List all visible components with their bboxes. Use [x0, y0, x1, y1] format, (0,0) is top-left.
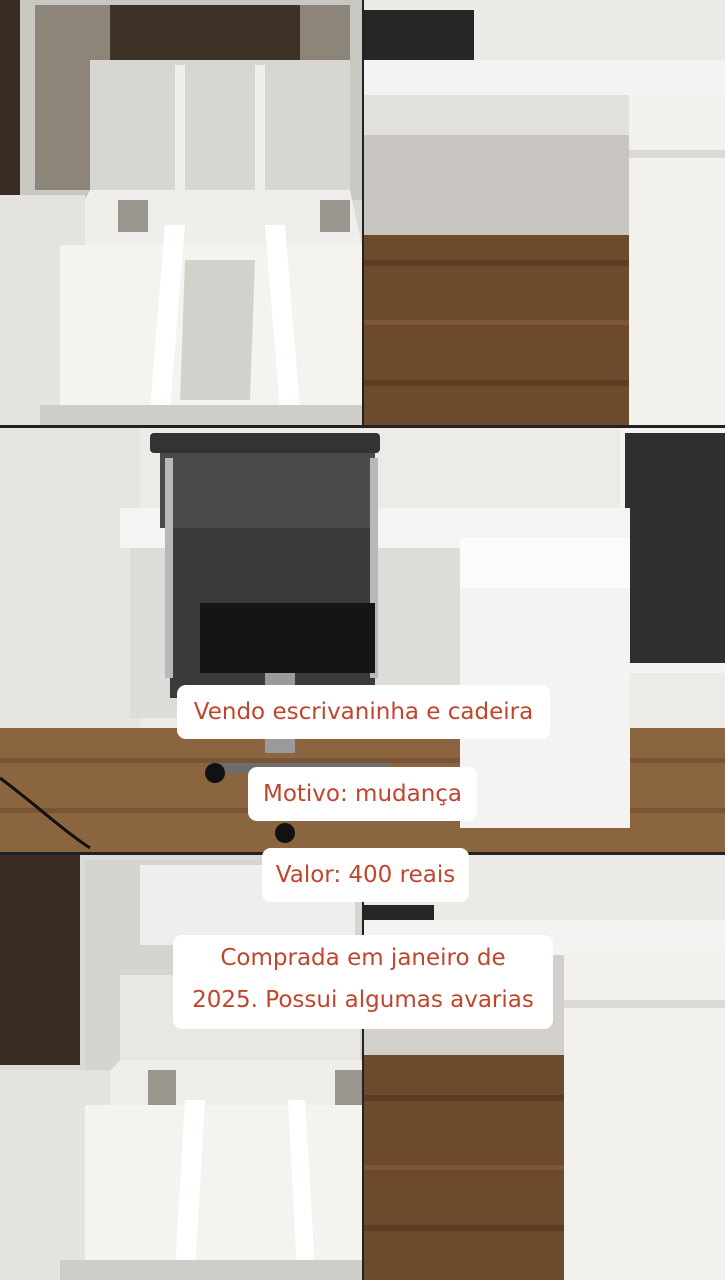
photo-desk-compartment-bottom [0, 855, 362, 1280]
caption-price: Valor: 400 reais [262, 848, 469, 902]
caption-sale-item: Vendo escrivaninha e cadeira [177, 685, 550, 739]
photo-collage [0, 0, 725, 1280]
photo-desk-corner-top [364, 0, 725, 425]
desk-compartment-image-2 [0, 855, 362, 1280]
caption-purchase-line2: 2025. Possui algumas avarias [192, 987, 534, 1013]
caption-reason: Motivo: mudança [248, 767, 477, 821]
caption-purchase-condition: Comprada em janeiro de 2025. Possui algu… [173, 935, 553, 1029]
caption-purchase-line1: Comprada em janeiro de [220, 945, 506, 971]
desk-corner-image-2 [364, 855, 725, 1280]
desk-corner-image [364, 0, 725, 425]
photo-desk-compartment-top [0, 0, 362, 425]
desk-compartment-image [0, 0, 362, 425]
photo-desk-corner-bottom [364, 855, 725, 1280]
